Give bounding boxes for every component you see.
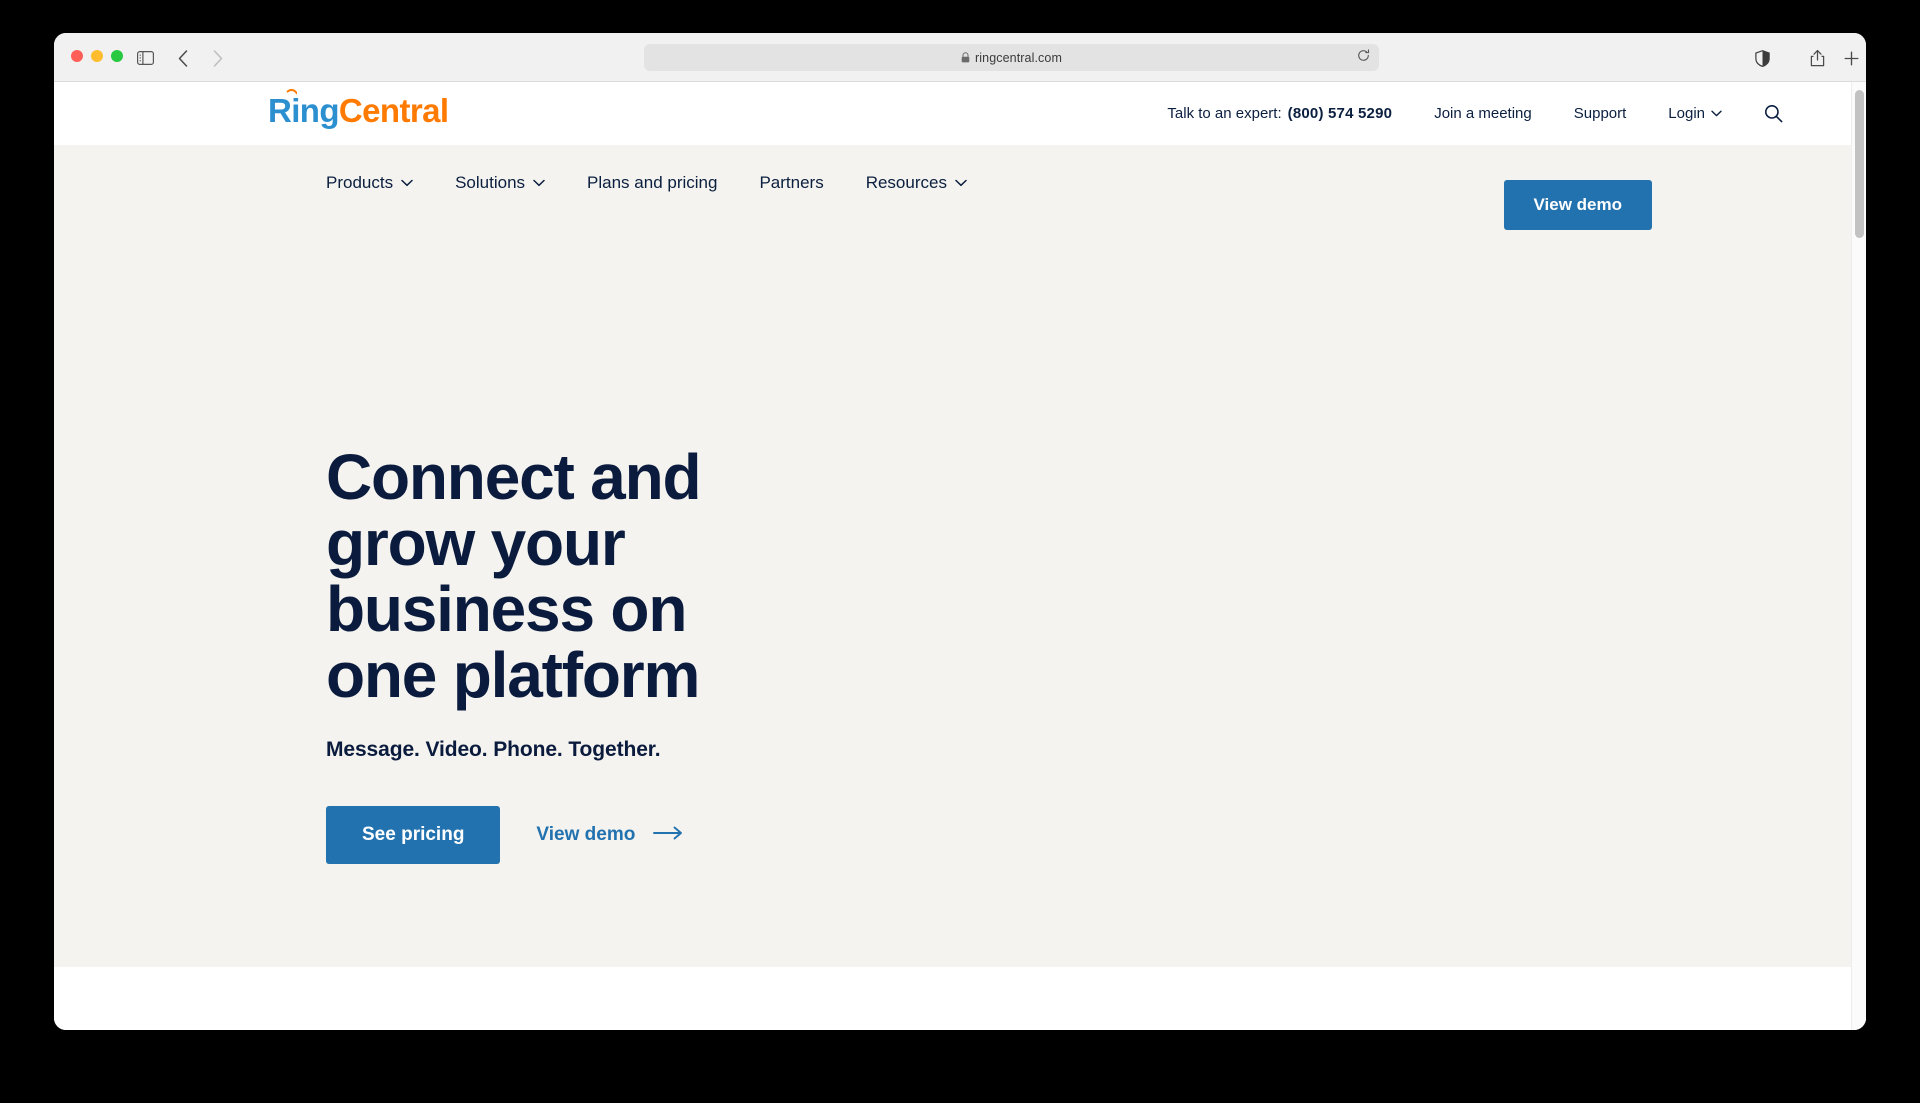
browser-window: ringcentral.com Ring Central Talk to an …: [54, 33, 1866, 1030]
address-text-wrapper: ringcentral.com: [961, 51, 1062, 65]
search-icon[interactable]: [1743, 104, 1804, 123]
talk-to-expert[interactable]: Talk to an expert: (800) 574 5290: [1146, 105, 1413, 122]
talk-to-expert-label: Talk to an expert:: [1167, 105, 1282, 122]
view-demo-link-label: View demo: [536, 823, 636, 845]
nav-item-products[interactable]: Products: [326, 173, 413, 193]
page-scrollbar[interactable]: [1851, 82, 1866, 1030]
logo-ring-text: Ring: [268, 89, 340, 127]
nav-item-label: Partners: [759, 173, 824, 192]
logo-arc-icon: [284, 89, 299, 98]
hero-content: Connect and grow your business on one pl…: [326, 441, 1026, 864]
reload-icon[interactable]: [1357, 48, 1370, 67]
nav-item-plans-and-pricing[interactable]: Plans and pricing: [587, 173, 717, 193]
address-bar[interactable]: ringcentral.com: [644, 44, 1379, 71]
main-nav: Products Solutions Plans and pricing Par…: [54, 145, 1866, 240]
view-demo-button[interactable]: View demo: [1503, 180, 1652, 230]
lock-icon: [961, 52, 970, 63]
utility-item-label: Support: [1573, 105, 1627, 122]
share-icon[interactable]: [1805, 46, 1829, 70]
nav-item-partners[interactable]: Partners: [759, 173, 823, 193]
chevron-down-icon: [533, 178, 545, 190]
hero-cta-group: See pricing View demo: [326, 805, 1026, 864]
utility-item-login[interactable]: Login: [1647, 105, 1743, 122]
utility-item-support[interactable]: Support: [1553, 105, 1648, 122]
nav-item-label: Products: [326, 173, 394, 192]
main-nav-links: Products Solutions Plans and pricing Par…: [326, 173, 1009, 193]
hero-subtitle: Message. Video. Phone. Together.: [326, 737, 661, 761]
back-button[interactable]: [171, 46, 195, 70]
browser-toolbar: ringcentral.com: [54, 33, 1866, 82]
maximize-window-button[interactable]: [111, 50, 123, 62]
ringcentral-logo[interactable]: Ring Central: [268, 89, 449, 129]
nav-item-resources[interactable]: Resources: [866, 173, 967, 193]
logo-central-text: Central: [338, 92, 449, 129]
chevron-down-icon: [955, 178, 967, 190]
chevron-down-icon: [1711, 109, 1722, 120]
page-title: Connect and grow your business on one pl…: [326, 441, 702, 711]
page-viewport: Ring Central Talk to an expert: (800) 57…: [54, 82, 1866, 1030]
minimize-window-button[interactable]: [91, 50, 103, 62]
close-window-button[interactable]: [71, 50, 83, 62]
see-pricing-button[interactable]: See pricing: [326, 805, 501, 864]
site-header: Ring Central Talk to an expert: (800) 57…: [54, 82, 1866, 145]
scrollbar-thumb[interactable]: [1855, 90, 1864, 238]
forward-button[interactable]: [206, 46, 230, 70]
sidebar-toggle-icon[interactable]: [133, 46, 157, 70]
chevron-down-icon: [401, 178, 413, 190]
utility-item-label: Join a meeting: [1434, 105, 1532, 122]
utility-item-join-a-meeting[interactable]: Join a meeting: [1413, 105, 1553, 122]
utility-nav: Talk to an expert: (800) 574 5290 Join a…: [1146, 82, 1804, 145]
expert-phone-number[interactable]: (800) 574 5290: [1288, 105, 1393, 122]
nav-item-label: Plans and pricing: [587, 173, 718, 192]
url-text: ringcentral.com: [975, 50, 1062, 65]
hero-section: Products Solutions Plans and pricing Par…: [54, 145, 1866, 967]
window-controls: [71, 50, 123, 62]
arrow-right-icon: [653, 824, 683, 846]
nav-item-solutions[interactable]: Solutions: [455, 173, 545, 193]
nav-item-label: Solutions: [455, 173, 526, 192]
utility-item-label: Login: [1668, 105, 1705, 122]
privacy-shield-icon[interactable]: [1750, 46, 1774, 70]
nav-item-label: Resources: [865, 173, 947, 192]
view-demo-link[interactable]: View demo: [536, 824, 683, 846]
new-tab-icon[interactable]: [1839, 46, 1863, 70]
